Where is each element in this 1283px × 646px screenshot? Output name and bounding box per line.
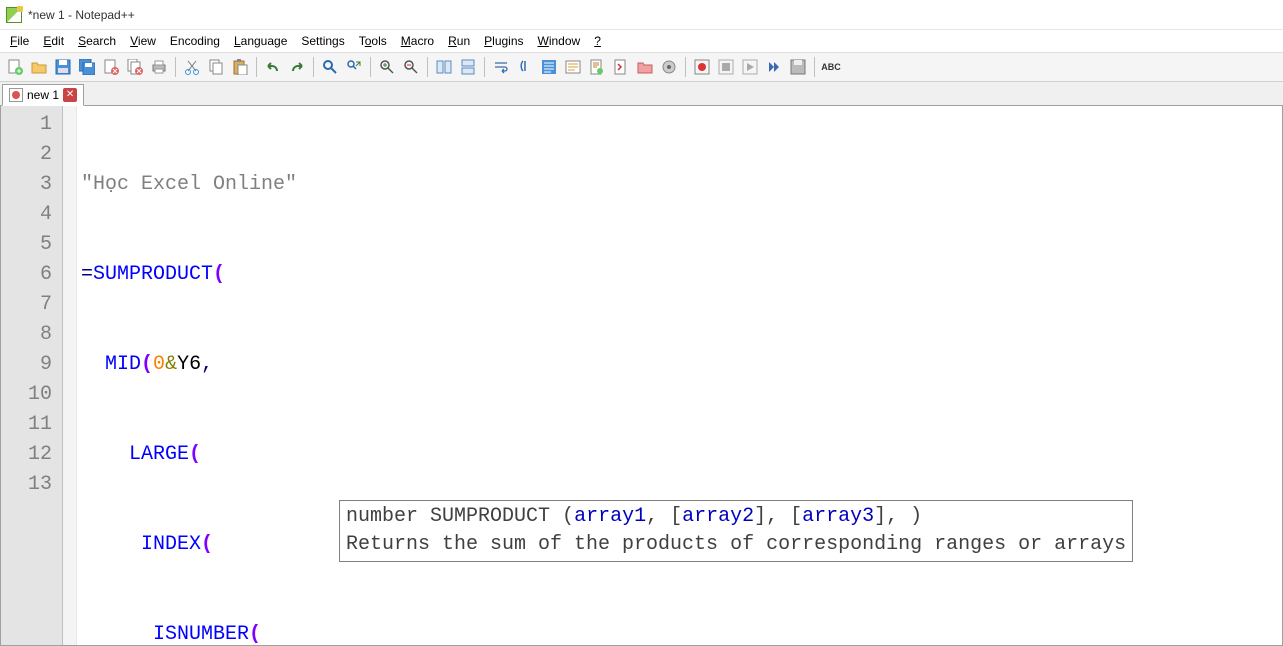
toolbar-sep [484,57,485,77]
menu-window[interactable]: Window [532,32,587,50]
toolbar-sep [814,57,815,77]
fold-margin [63,106,77,645]
line-number: 11 [1,410,62,440]
toolbar-sep [175,57,176,77]
line-number: 8 [1,320,62,350]
tab-close-button[interactable]: ✕ [63,88,77,102]
close-all-button[interactable] [124,56,146,78]
line-number-gutter: 1 2 3 4 5 6 7 8 9 10 11 12 13 [1,106,63,645]
line-number: 12 [1,440,62,470]
menu-search[interactable]: Search [72,32,122,50]
toolbar-sep [256,57,257,77]
toolbar-sep [313,57,314,77]
cut-button[interactable] [181,56,203,78]
toolbar-sep [427,57,428,77]
open-file-button[interactable] [28,56,50,78]
close-button[interactable] [100,56,122,78]
menu-language[interactable]: Language [228,32,293,50]
func-list-button[interactable] [610,56,632,78]
menubar: File Edit Search View Encoding Language … [0,30,1283,52]
replace-button[interactable] [343,56,365,78]
line-number: 10 [1,380,62,410]
line-number: 2 [1,140,62,170]
folder-workspace-button[interactable] [634,56,656,78]
paste-button[interactable] [229,56,251,78]
tab-bar: new 1 ✕ [0,82,1283,106]
print-button[interactable] [148,56,170,78]
save-button[interactable] [52,56,74,78]
code-area[interactable]: "Học Excel Online" =SUMPRODUCT( MID(0&Y6… [77,106,1282,645]
menu-view[interactable]: View [124,32,162,50]
menu-settings[interactable]: Settings [295,32,350,50]
code-line: "Học Excel Online" [77,170,1282,200]
menu-encoding[interactable]: Encoding [164,32,226,50]
code-line: ISNUMBER( [77,620,1282,646]
macro-stop-button[interactable] [715,56,737,78]
monitoring-button[interactable] [658,56,680,78]
editor[interactable]: 1 2 3 4 5 6 7 8 9 10 11 12 13 "Học Excel… [0,106,1283,646]
undo-button[interactable] [262,56,284,78]
menu-plugins[interactable]: Plugins [478,32,529,50]
code-line: =SUMPRODUCT( [77,260,1282,290]
copy-button[interactable] [205,56,227,78]
zoom-in-button[interactable] [376,56,398,78]
menu-file[interactable]: File [4,32,35,50]
line-number: 6 [1,260,62,290]
sync-h-button[interactable] [457,56,479,78]
udl-button[interactable] [562,56,584,78]
macro-play-button[interactable] [739,56,761,78]
function-calltip: number SUMPRODUCT (array1, [array2], [ar… [339,500,1133,562]
file-modified-icon [9,88,23,102]
doc-map-button[interactable] [586,56,608,78]
menu-help[interactable]: ? [588,32,607,50]
indent-guide-button[interactable] [538,56,560,78]
macro-play-multi-button[interactable] [763,56,785,78]
spellcheck-button[interactable]: ABC [820,56,842,78]
macro-save-button[interactable] [787,56,809,78]
line-number: 1 [1,110,62,140]
save-all-button[interactable] [76,56,98,78]
zoom-out-button[interactable] [400,56,422,78]
toolbar: ABC [0,52,1283,82]
line-number: 13 [1,470,62,500]
redo-button[interactable] [286,56,308,78]
wordwrap-button[interactable] [490,56,512,78]
find-button[interactable] [319,56,341,78]
code-line: LARGE( [77,440,1282,470]
menu-macro[interactable]: Macro [395,32,440,50]
line-number: 9 [1,350,62,380]
menu-edit[interactable]: Edit [37,32,70,50]
tab-label: new 1 [27,88,59,102]
new-file-button[interactable] [4,56,26,78]
toolbar-sep [685,57,686,77]
toolbar-sep [370,57,371,77]
sync-v-button[interactable] [433,56,455,78]
show-all-chars-button[interactable] [514,56,536,78]
line-number: 4 [1,200,62,230]
line-number: 5 [1,230,62,260]
line-number: 7 [1,290,62,320]
code-line: MID(0&Y6, [77,350,1282,380]
window-title: *new 1 - Notepad++ [28,8,135,22]
titlebar: *new 1 - Notepad++ [0,0,1283,30]
macro-record-button[interactable] [691,56,713,78]
menu-run[interactable]: Run [442,32,476,50]
menu-tools[interactable]: Tools [353,32,393,50]
line-number: 3 [1,170,62,200]
app-icon [6,7,22,23]
tab-new1[interactable]: new 1 ✕ [2,84,84,106]
